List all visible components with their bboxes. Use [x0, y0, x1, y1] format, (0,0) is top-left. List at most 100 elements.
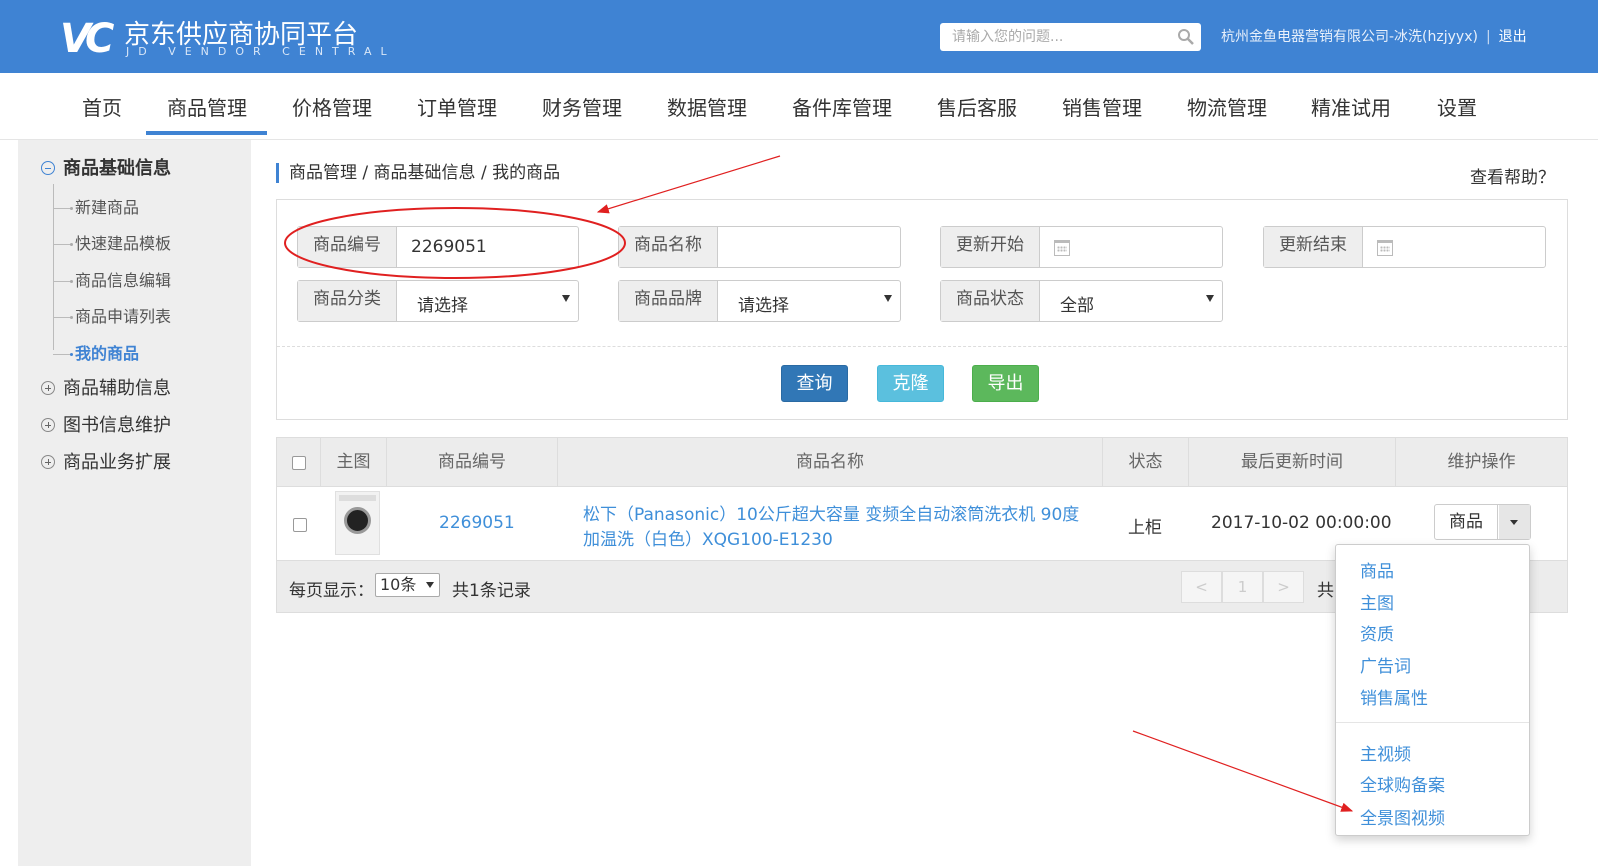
menu-item-main-video[interactable]: 主视频: [1360, 740, 1411, 765]
sidebar-item-label: 商品信息编辑: [75, 271, 172, 290]
sidebar-section-label: 商品辅助信息: [63, 378, 171, 399]
menu-item-global-filing[interactable]: 全球购备案: [1360, 771, 1445, 796]
menu-divider: [1336, 722, 1529, 723]
category-label: 商品分类: [298, 281, 397, 321]
sidebar-item-my-products[interactable]: 我的商品: [53, 340, 139, 364]
name-filter[interactable]: 商品名称: [618, 226, 901, 268]
help-search-input[interactable]: [940, 23, 1170, 51]
nav-precision-trial[interactable]: 精准试用: [1311, 92, 1391, 121]
row-action-split-button: 商品: [1434, 504, 1531, 540]
sidebar-section-business-ext[interactable]: 商品业务扩展: [41, 448, 171, 474]
sku-filter-label: 商品编号: [298, 227, 397, 267]
nav-data-mgmt[interactable]: 数据管理: [667, 92, 747, 121]
product-thumbnail[interactable]: [335, 491, 380, 555]
update-start-label: 更新开始: [941, 227, 1040, 267]
expand-icon: [41, 418, 55, 432]
sidebar-item-label: 新建商品: [75, 198, 140, 217]
menu-item-sales-attributes[interactable]: 销售属性: [1360, 684, 1428, 709]
nav-finance-mgmt[interactable]: 财务管理: [542, 92, 622, 121]
category-select[interactable]: 商品分类 请选择: [297, 280, 579, 322]
per-page-label: 每页显示：: [289, 581, 374, 601]
per-page-select[interactable]: 10条: [375, 573, 440, 597]
row-product-name-link-line2[interactable]: 加温洗（白色）XQG100-E1230: [583, 525, 833, 550]
row-action-button[interactable]: 商品: [1435, 505, 1498, 539]
tree-branch-icon: [53, 207, 73, 210]
name-filter-label: 商品名称: [619, 227, 718, 267]
update-start-filter[interactable]: 更新开始: [940, 226, 1223, 268]
menu-item-main-image[interactable]: 主图: [1360, 589, 1394, 614]
nav-order-mgmt[interactable]: 订单管理: [417, 92, 497, 121]
page-number-button[interactable]: 1: [1222, 571, 1263, 603]
sidebar-section-label: 商品业务扩展: [63, 452, 171, 473]
filter-divider: [277, 346, 1567, 347]
export-button[interactable]: 导出: [972, 365, 1039, 402]
sidebar-item-info-edit[interactable]: 商品信息编辑: [53, 267, 171, 291]
expand-icon: [41, 455, 55, 469]
sidebar: 商品基础信息 新建商品 快速建品模板 商品信息编辑 商品申请列表 我的商品 商品…: [18, 140, 251, 866]
help-link[interactable]: 查看帮助？: [1470, 163, 1555, 188]
prev-page-button[interactable]: <: [1181, 571, 1222, 603]
row-status: 上柜: [1128, 518, 1162, 538]
nav-sales-mgmt[interactable]: 销售管理: [1062, 92, 1142, 121]
header-main-image: 主图: [321, 438, 387, 487]
chevron-down-icon: [1206, 295, 1214, 302]
brand-select[interactable]: 商品品牌 请选择: [618, 280, 901, 322]
query-button[interactable]: 查询: [781, 365, 848, 402]
menu-item-product[interactable]: 商品: [1360, 557, 1394, 582]
next-page-button[interactable]: >: [1263, 571, 1304, 603]
header-last-updated: 最后更新时间: [1189, 438, 1396, 487]
nav-home[interactable]: 首页: [82, 92, 122, 121]
tree-branch-icon: [53, 353, 73, 356]
calendar-icon[interactable]: [1377, 240, 1393, 256]
expand-icon: [41, 381, 55, 395]
sidebar-item-application-list[interactable]: 商品申请列表: [53, 303, 171, 327]
header-status: 状态: [1103, 438, 1189, 487]
header-select-all-cell: [277, 438, 321, 487]
row-checkbox[interactable]: [293, 518, 307, 532]
sidebar-section-label: 图书信息维护: [63, 415, 171, 436]
search-icon[interactable]: [1177, 28, 1195, 46]
clone-button[interactable]: 克隆: [877, 365, 944, 402]
menu-item-panorama-video[interactable]: 全景图视频: [1360, 804, 1445, 829]
sidebar-section-aux-info[interactable]: 商品辅助信息: [41, 374, 171, 400]
filter-panel: 商品编号 2269051 商品名称 更新开始 更新结束 商品分类 请选择 商品品…: [276, 199, 1568, 420]
nav-product-mgmt[interactable]: 商品管理: [167, 92, 247, 121]
row-updated-time: 2017-10-02 00:00:00: [1211, 513, 1392, 533]
chevron-down-icon: [562, 295, 570, 302]
row-product-name-link[interactable]: 松下（Panasonic）10公斤超大容量 变频全自动滚筒洗衣机 90度: [583, 500, 1079, 525]
update-end-label: 更新结束: [1264, 227, 1363, 267]
jd-vendor-logo[interactable]: VC 京东供应商协同平台 JD VENDOR CENTRAL: [60, 12, 387, 62]
tree-branch-icon: [53, 316, 73, 319]
sku-filter[interactable]: 商品编号 2269051: [297, 226, 579, 268]
sidebar-item-label: 我的商品: [75, 344, 140, 363]
nav-logistics-mgmt[interactable]: 物流管理: [1187, 92, 1267, 121]
status-select[interactable]: 商品状态 全部: [940, 280, 1223, 322]
sidebar-item-new-product[interactable]: 新建商品: [53, 194, 139, 218]
select-all-checkbox[interactable]: [292, 456, 306, 470]
help-search-box: [940, 23, 1201, 51]
total-records: 共1条记录: [452, 581, 531, 601]
sidebar-section-basic-info[interactable]: 商品基础信息: [41, 154, 171, 180]
row-action-dropdown-toggle[interactable]: [1499, 505, 1530, 539]
status-value: 全部: [1060, 296, 1094, 316]
top-header: VC 京东供应商协同平台 JD VENDOR CENTRAL 杭州金鱼电器营销有…: [0, 0, 1598, 73]
calendar-icon[interactable]: [1054, 240, 1070, 256]
update-end-filter[interactable]: 更新结束: [1263, 226, 1546, 268]
user-account[interactable]: 杭州金鱼电器营销有限公司-冰洗(hzjyyx): [1221, 29, 1478, 45]
nav-spare-parts-mgmt[interactable]: 备件库管理: [792, 92, 892, 121]
menu-item-qualification[interactable]: 资质: [1360, 620, 1394, 645]
sku-filter-input[interactable]: 2269051: [411, 237, 487, 257]
nav-settings[interactable]: 设置: [1437, 92, 1477, 121]
sidebar-item-quick-template[interactable]: 快速建品模板: [53, 230, 171, 254]
nav-price-mgmt[interactable]: 价格管理: [292, 92, 372, 121]
nav-after-sales[interactable]: 售后客服: [937, 92, 1017, 121]
header-sku: 商品编号: [387, 438, 558, 487]
logo-mark: VC: [60, 16, 114, 62]
row-sku-link[interactable]: 2269051: [439, 513, 515, 533]
logout-link[interactable]: 退出: [1499, 29, 1527, 45]
logo-subtitle: JD VENDOR CENTRAL: [126, 45, 396, 58]
category-value: 请选择: [417, 296, 468, 316]
menu-item-ad-slogan[interactable]: 广告词: [1360, 652, 1411, 677]
sidebar-section-book-info[interactable]: 图书信息维护: [41, 411, 171, 437]
collapse-icon: [41, 161, 55, 175]
